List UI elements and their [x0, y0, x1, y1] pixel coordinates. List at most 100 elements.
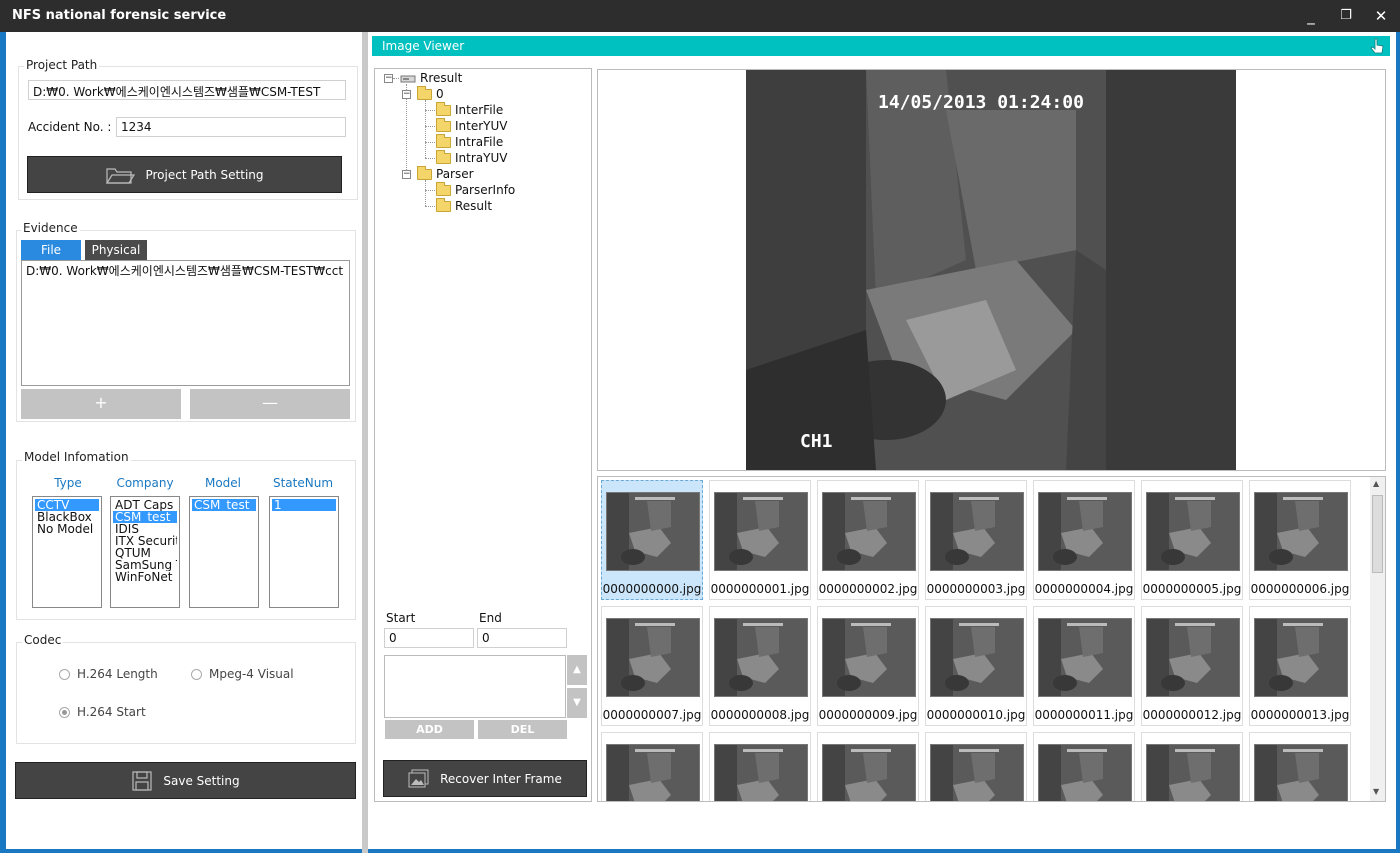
scroll-up-arrow-icon[interactable]: ▲: [1373, 479, 1379, 488]
model-list[interactable]: CSM_test: [189, 496, 259, 608]
thumbnail-item[interactable]: 0000000009.jpg: [817, 606, 919, 726]
h264-start-radio[interactable]: [59, 707, 70, 718]
tree-node-result[interactable]: Result: [436, 197, 492, 213]
project-path-input[interactable]: D:₩0. Work₩에스케이엔시스템즈₩샘플₩CSM-TEST: [28, 80, 346, 100]
tree-node-label: IntraYUV: [455, 151, 508, 165]
thumbnail-image: [606, 744, 700, 801]
thumbnail-image: [1146, 492, 1240, 571]
thumbnail-item[interactable]: [1141, 732, 1243, 801]
accident-number-input[interactable]: 1234: [116, 117, 346, 137]
tree-node-parser[interactable]: Parser: [417, 165, 474, 181]
company-list[interactable]: ADT Caps CSM_test IDIS ITX Security QTUM…: [110, 496, 180, 608]
company-item[interactable]: WinFoNet: [113, 571, 177, 583]
evidence-item[interactable]: D:₩0. Work₩에스케이엔시스템즈₩샘플₩CSM-TEST₩cct: [24, 263, 347, 279]
thumbnail-image: [822, 492, 916, 571]
codec-group: [16, 642, 356, 744]
thumbnail-scrollbar[interactable]: ▲ ▼: [1370, 477, 1385, 801]
tree-node-parserinfo[interactable]: ParserInfo: [436, 181, 515, 197]
collapse-root-toggle[interactable]: −: [384, 74, 393, 83]
collapse-0-toggle[interactable]: −: [402, 90, 411, 99]
thumbnail-item[interactable]: 0000000002.jpg: [817, 480, 919, 600]
thumbnail-item[interactable]: 0000000013.jpg: [1249, 606, 1351, 726]
thumbnail-item[interactable]: 0000000003.jpg: [925, 480, 1027, 600]
folder-icon: [436, 133, 451, 148]
tree-connector: [425, 110, 435, 111]
tree-node-intrayuv[interactable]: IntraYUV: [436, 149, 508, 165]
company-item[interactable]: QTUM: [113, 547, 177, 559]
project-path-setting-button[interactable]: Project Path Setting: [27, 156, 342, 193]
drive-icon: [400, 75, 416, 83]
h264-start-label: H.264 Start: [77, 705, 146, 719]
type-list[interactable]: CCTV BlackBox No Model: [32, 496, 102, 608]
thumbnail-item[interactable]: 0000000011.jpg: [1033, 606, 1135, 726]
tree-node-rresult[interactable]: Rresult: [400, 71, 462, 85]
scroll-down-arrow-icon[interactable]: ▼: [567, 688, 587, 718]
del-range-button[interactable]: DEL: [478, 720, 567, 739]
type-item[interactable]: CCTV: [35, 499, 99, 511]
company-item[interactable]: IDIS: [113, 523, 177, 535]
thumbnail-item[interactable]: 0000000012.jpg: [1141, 606, 1243, 726]
start-label: Start: [386, 611, 416, 625]
tab-physical[interactable]: Physical: [85, 240, 147, 260]
folder-icon: [417, 85, 432, 100]
company-item[interactable]: ADT Caps: [113, 499, 177, 511]
folder-icon: [417, 165, 432, 180]
range-list[interactable]: [384, 655, 566, 718]
thumbnail-item[interactable]: 0000000008.jpg: [709, 606, 811, 726]
evidence-list[interactable]: D:₩0. Work₩에스케이엔시스템즈₩샘플₩CSM-TEST₩cct: [21, 260, 350, 386]
start-input[interactable]: 0: [384, 628, 474, 648]
tree-connector: [393, 78, 399, 79]
company-item[interactable]: ITX Security: [113, 535, 177, 547]
thumbnail-item[interactable]: [817, 732, 919, 801]
thumbnail-filename: 0000000010.jpg: [926, 708, 1026, 722]
tree-node-intrafile[interactable]: IntraFile: [436, 133, 503, 149]
add-range-button[interactable]: ADD: [385, 720, 474, 739]
company-item[interactable]: CSM_test: [113, 511, 177, 523]
scrollbar-thumb[interactable]: [1372, 495, 1383, 573]
thumbnail-item[interactable]: 0000000006.jpg: [1249, 480, 1351, 600]
thumbnail-filename: 0000000012.jpg: [1142, 708, 1242, 722]
close-button[interactable]: ✕: [1368, 4, 1394, 28]
company-item[interactable]: SamSung T: [113, 559, 177, 571]
thumbnail-image: [1038, 744, 1132, 801]
end-input[interactable]: 0: [477, 628, 567, 648]
add-evidence-button[interactable]: +: [21, 389, 181, 419]
remove-evidence-button[interactable]: —: [190, 389, 350, 419]
tree-node-label: Rresult: [420, 71, 463, 85]
scroll-down-arrow-icon[interactable]: ▼: [1373, 787, 1379, 796]
recover-inter-frame-button[interactable]: Recover Inter Frame: [383, 760, 587, 797]
thumbnail-filename: 0000000011.jpg: [1034, 708, 1134, 722]
h264-length-radio[interactable]: [59, 669, 70, 680]
statenum-list[interactable]: 1: [269, 496, 339, 608]
tree-node-interyuv[interactable]: InterYUV: [436, 117, 508, 133]
hand-pointer-icon[interactable]: [1368, 37, 1386, 55]
thumbnail-image: [714, 744, 808, 801]
mpeg4-visual-radio[interactable]: [191, 669, 202, 680]
thumbnail-image: [1038, 492, 1132, 571]
type-item[interactable]: BlackBox: [35, 511, 99, 523]
collapse-parser-toggle[interactable]: −: [402, 170, 411, 179]
thumbnail-item[interactable]: [709, 732, 811, 801]
thumbnail-item[interactable]: 0000000010.jpg: [925, 606, 1027, 726]
save-setting-button[interactable]: Save Setting: [15, 762, 356, 799]
thumbnail-filename: 0000000000.jpg: [602, 582, 702, 596]
thumbnail-item[interactable]: 0000000005.jpg: [1141, 480, 1243, 600]
restore-button[interactable]: ❐: [1333, 4, 1359, 28]
thumbnail-item[interactable]: [1249, 732, 1351, 801]
thumbnail-item[interactable]: 0000000004.jpg: [1033, 480, 1135, 600]
thumbnail-item[interactable]: [601, 732, 703, 801]
statenum-item[interactable]: 1: [272, 499, 336, 511]
tree-node-0[interactable]: 0: [417, 85, 444, 101]
thumbnail-item[interactable]: 0000000007.jpg: [601, 606, 703, 726]
minimize-button[interactable]: _: [1298, 4, 1324, 28]
thumbnail-item[interactable]: [1033, 732, 1135, 801]
scroll-up-arrow-icon[interactable]: ▲: [567, 655, 587, 685]
tab-file[interactable]: File: [21, 240, 81, 260]
thumbnail-item[interactable]: [925, 732, 1027, 801]
model-item[interactable]: CSM_test: [192, 499, 256, 511]
thumbnail-grid[interactable]: 0000000000.jpg 0000000001.jpg 0000000002.j…: [597, 476, 1386, 802]
thumbnail-item[interactable]: 0000000001.jpg: [709, 480, 811, 600]
type-item[interactable]: No Model: [35, 523, 99, 535]
thumbnail-item[interactable]: 0000000000.jpg: [601, 480, 703, 600]
tree-node-interfile[interactable]: InterFile: [436, 101, 503, 117]
